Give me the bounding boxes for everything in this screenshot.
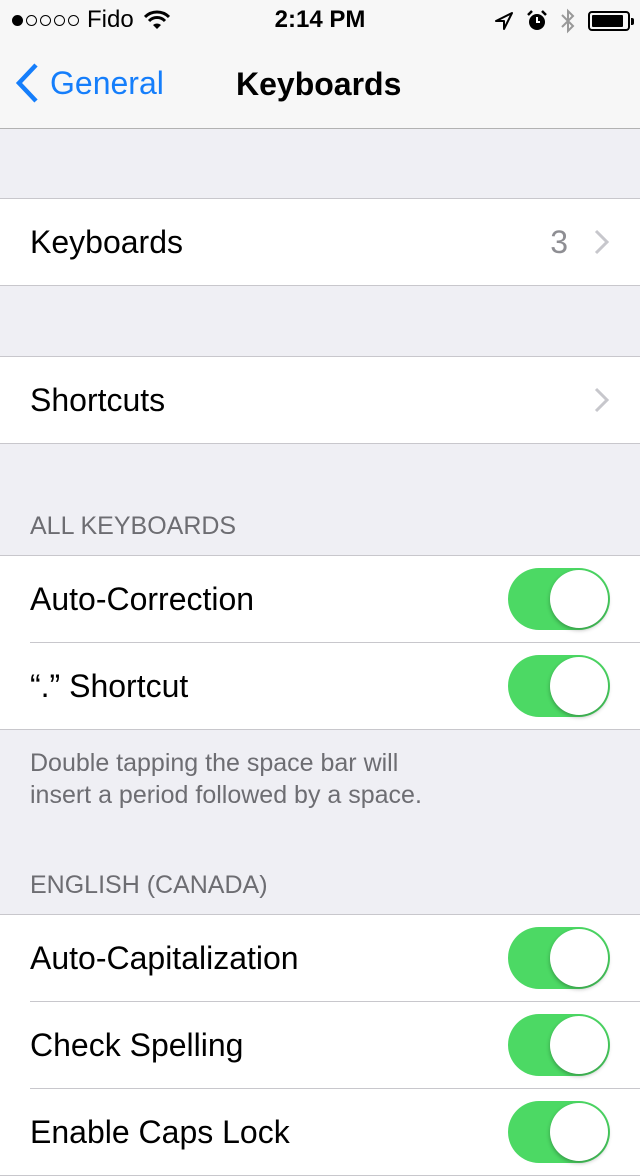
shortcuts-row[interactable]: Shortcuts [0,357,640,443]
auto-correction-row: Auto-Correction [0,556,640,642]
enable-caps-lock-toggle[interactable] [508,1101,610,1163]
keyboards-row[interactable]: Keyboards 3 [0,199,640,285]
chevron-right-icon [594,229,610,255]
auto-capitalization-row: Auto-Capitalization [0,915,640,1001]
shortcuts-label: Shortcuts [30,381,166,418]
check-spelling-toggle[interactable] [508,1014,610,1076]
auto-correction-toggle[interactable] [508,568,610,630]
period-shortcut-footer: Double tapping the space bar will insert… [30,747,422,811]
english-canada-group: Auto-Capitalization Check Spelling Enabl… [0,914,640,1176]
auto-capitalization-label: Auto-Capitalization [30,939,299,976]
chevron-right-icon [594,387,610,413]
period-shortcut-toggle[interactable] [508,655,610,717]
section-header-all-keyboards: ALL KEYBOARDS [30,512,237,540]
chevron-left-icon [15,63,38,103]
enable-caps-lock-row: Enable Caps Lock [0,1088,640,1175]
period-shortcut-label: “.” Shortcut [30,667,189,704]
footer-line-2: insert a period followed by a space. [30,781,422,809]
page-title: Keyboards [236,66,402,102]
auto-capitalization-toggle[interactable] [508,927,610,989]
all-keyboards-group: Auto-Correction “.” Shortcut [0,555,640,730]
battery-icon [588,11,634,31]
check-spelling-label: Check Spelling [30,1026,244,1063]
keyboards-group: Keyboards 3 [0,198,640,286]
location-icon [495,12,513,30]
navigation-bar: General Keyboards [0,40,640,129]
keyboards-label: Keyboards [30,223,183,260]
footer-line-1: Double tapping the space bar will [30,749,399,777]
section-header-english-canada: ENGLISH (CANADA) [30,871,268,899]
bluetooth-icon [561,8,575,34]
period-shortcut-row: “.” Shortcut [0,642,640,729]
shortcuts-group: Shortcuts [0,356,640,444]
auto-correction-label: Auto-Correction [30,580,255,617]
alarm-icon [527,10,547,30]
keyboards-count: 3 [550,223,568,260]
back-label: General [50,64,164,101]
enable-caps-lock-label: Enable Caps Lock [30,1113,290,1150]
check-spelling-row: Check Spelling [0,1001,640,1088]
status-bar: Fido 2:14 PM [0,0,640,40]
back-button[interactable]: General [14,62,164,104]
